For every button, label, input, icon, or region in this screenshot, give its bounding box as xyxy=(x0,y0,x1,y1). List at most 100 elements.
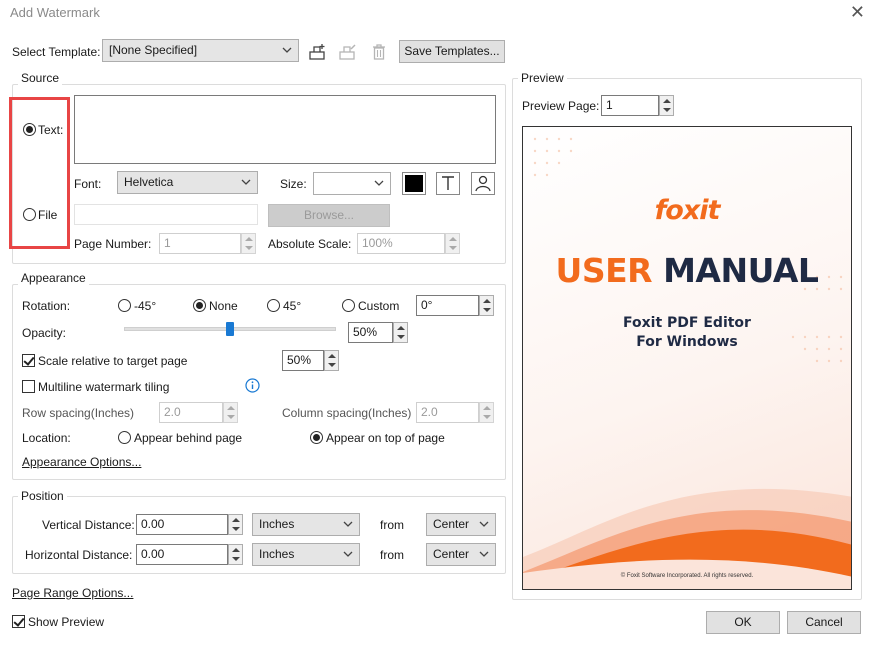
user-icon xyxy=(475,175,491,192)
watermark-text-input[interactable] xyxy=(74,95,496,164)
preview-page-canvas: foxit USER MANUAL Foxit PDF Editor For W… xyxy=(522,126,852,590)
multiline-tiling-checkbox[interactable] xyxy=(22,380,35,393)
preview-copyright: © Foxit Software Incorporated. All right… xyxy=(620,573,754,579)
template-select-value: [None Specified] xyxy=(109,43,198,57)
page-number-input[interactable]: 1 xyxy=(159,233,241,254)
text-radio-label: Text: xyxy=(38,123,64,137)
dialog-title: Add Watermark xyxy=(10,5,100,20)
chevron-down-icon xyxy=(343,521,353,527)
rotation-none-radio[interactable] xyxy=(193,299,206,312)
vertical-distance-input[interactable]: 0.00 xyxy=(136,514,228,535)
file-radio[interactable] xyxy=(23,208,36,221)
preview-subtitle-1: Foxit PDF Editor xyxy=(623,315,751,331)
text-format-icon xyxy=(442,176,454,190)
size-select[interactable] xyxy=(313,172,391,195)
absolute-scale-spinner[interactable] xyxy=(445,233,460,254)
chevron-down-icon xyxy=(343,551,353,557)
file-radio-label: File xyxy=(38,208,58,222)
vertical-from-select[interactable]: Center xyxy=(426,513,496,536)
row-spacing-label: Row spacing(Inches) xyxy=(22,406,135,420)
rotation-label: Rotation: xyxy=(22,299,71,313)
rotation-minus45-radio[interactable] xyxy=(118,299,131,312)
appearance-options-link[interactable]: Appearance Options... xyxy=(22,455,141,469)
preview-page-label: Preview Page: xyxy=(522,99,600,113)
scale-relative-checkbox[interactable] xyxy=(22,354,35,367)
add-template-icon[interactable] xyxy=(307,41,329,63)
position-group-label: Position xyxy=(18,489,67,503)
opacity-input[interactable]: 50% xyxy=(348,322,393,343)
text-radio[interactable] xyxy=(23,123,36,136)
preview-title-word-2: MANUAL xyxy=(663,251,819,290)
location-behind-radio[interactable] xyxy=(118,431,131,444)
preview-title-word-1: USER xyxy=(555,251,653,290)
user-identity-button[interactable] xyxy=(471,172,495,195)
column-spacing-input[interactable]: 2.0 xyxy=(416,402,479,423)
cancel-button[interactable]: Cancel xyxy=(787,611,861,634)
rotation-custom-input[interactable]: 0° xyxy=(416,295,479,316)
source-type-highlight xyxy=(9,97,70,249)
vertical-unit-select[interactable]: Inches xyxy=(252,513,360,536)
preview-group-label: Preview xyxy=(518,71,567,85)
absolute-scale-label: Absolute Scale: xyxy=(268,237,352,251)
save-templates-button[interactable]: Save Templates... xyxy=(399,40,505,63)
rotation-none-label: None xyxy=(209,299,238,313)
preview-page-input[interactable]: 1 xyxy=(601,95,659,116)
info-icon[interactable] xyxy=(245,378,260,393)
column-spacing-label: Column spacing(Inches) xyxy=(282,406,412,420)
preview-subtitle-2: For Windows xyxy=(636,334,738,350)
absolute-scale-input[interactable]: 100% xyxy=(357,233,445,254)
page-number-spinner[interactable] xyxy=(241,233,256,254)
select-template-label: Select Template: xyxy=(12,45,101,59)
multiline-tiling-label: Multiline watermark tiling xyxy=(38,380,170,394)
horizontal-distance-label: Horizontal Distance: xyxy=(25,548,133,562)
opacity-spinner[interactable] xyxy=(393,322,408,343)
preview-document-title: USER MANUAL xyxy=(523,251,851,290)
rotation-custom-radio[interactable] xyxy=(342,299,355,312)
vertical-distance-spinner[interactable] xyxy=(228,514,243,535)
preview-page-spinner[interactable] xyxy=(659,95,674,116)
page-range-options-link[interactable]: Page Range Options... xyxy=(12,586,133,600)
location-top-label: Appear on top of page xyxy=(326,431,445,445)
vertical-unit-value: Inches xyxy=(259,517,295,531)
color-picker-button[interactable] xyxy=(402,172,426,195)
appearance-group-label: Appearance xyxy=(18,271,89,285)
chevron-down-icon xyxy=(479,521,489,527)
horizontal-distance-spinner[interactable] xyxy=(228,544,243,565)
location-label: Location: xyxy=(22,431,71,445)
template-select[interactable]: [None Specified] xyxy=(102,39,299,62)
edit-template-icon[interactable] xyxy=(337,41,359,63)
row-spacing-input[interactable]: 2.0 xyxy=(159,402,223,423)
chevron-down-icon xyxy=(282,47,292,53)
page-number-label: Page Number: xyxy=(74,237,152,251)
font-select-value: Helvetica xyxy=(124,175,174,189)
rotation-45-radio[interactable] xyxy=(267,299,280,312)
horizontal-from-label: from xyxy=(380,548,404,562)
ok-button[interactable]: OK xyxy=(706,611,780,634)
scale-relative-spinner[interactable] xyxy=(324,350,339,371)
rotation-custom-spinner[interactable] xyxy=(479,295,494,316)
horizontal-from-select[interactable]: Center xyxy=(426,543,496,566)
browse-button[interactable]: Browse... xyxy=(268,204,390,227)
opacity-slider-thumb[interactable] xyxy=(226,322,234,336)
font-select[interactable]: Helvetica xyxy=(117,171,258,194)
vertical-distance-label: Vertical Distance: xyxy=(42,518,135,532)
delete-template-icon[interactable] xyxy=(368,41,390,63)
vertical-from-label: from xyxy=(380,518,404,532)
rotation-minus45-label: -45° xyxy=(134,299,157,313)
rotation-45-label: 45° xyxy=(283,299,302,313)
size-label: Size: xyxy=(280,177,307,191)
show-preview-checkbox[interactable] xyxy=(12,615,25,628)
column-spacing-spinner[interactable] xyxy=(479,402,494,423)
horizontal-from-value: Center xyxy=(433,547,470,561)
close-icon[interactable]: ✕ xyxy=(850,3,865,21)
file-path-input[interactable] xyxy=(74,204,258,225)
text-format-button[interactable] xyxy=(436,172,460,195)
scale-relative-input[interactable]: 50% xyxy=(282,350,324,371)
chevron-down-icon xyxy=(479,551,489,557)
location-behind-label: Appear behind page xyxy=(134,431,243,445)
horizontal-unit-select[interactable]: Inches xyxy=(252,543,360,566)
font-label: Font: xyxy=(74,177,102,191)
horizontal-distance-input[interactable]: 0.00 xyxy=(136,544,228,565)
row-spacing-spinner[interactable] xyxy=(223,402,238,423)
location-top-radio[interactable] xyxy=(310,431,323,444)
